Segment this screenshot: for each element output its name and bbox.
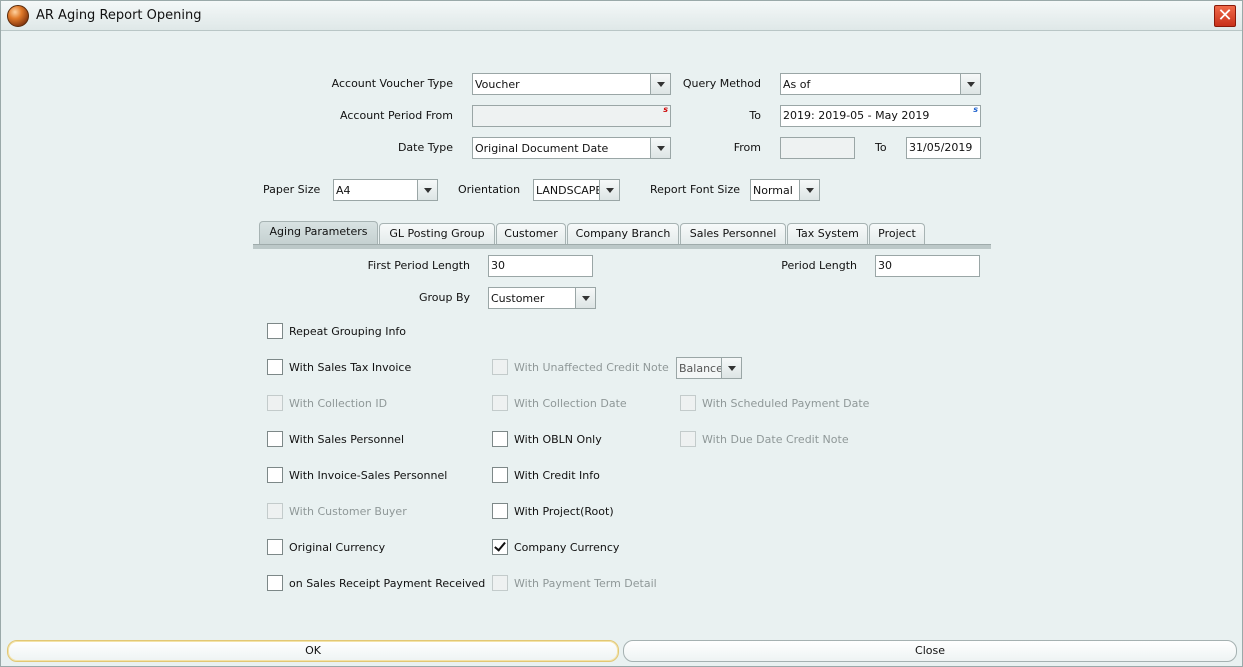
with-project-root-label: With Project(Root)	[514, 505, 614, 518]
tab-customer[interactable]: Customer	[496, 223, 566, 245]
period-length-input[interactable]: 30	[875, 255, 980, 277]
orientation-value: LANDSCAPE	[536, 184, 603, 197]
on-sales-receipt-payment-received-label: on Sales Receipt Payment Received	[289, 577, 486, 590]
chevron-down-icon[interactable]	[650, 138, 670, 158]
with-collection-date-checkbox[interactable]	[492, 395, 508, 411]
tab-company-branch[interactable]: Company Branch	[567, 223, 679, 245]
app-logo-icon	[7, 5, 29, 27]
date-type-select[interactable]: Original Document Date	[472, 137, 671, 159]
group-by-value: Customer	[491, 292, 545, 305]
balance-select[interactable]: Balance	[676, 357, 742, 379]
first-period-length-value: 30	[491, 259, 505, 272]
with-collection-id-checkbox[interactable]	[267, 395, 283, 411]
account-period-to-value: 2019: 2019-05 - May 2019	[783, 109, 930, 122]
with-invoice-sales-personnel-checkbox[interactable]	[267, 467, 283, 483]
with-payment-term-detail-checkbox[interactable]	[492, 575, 508, 591]
chevron-down-icon[interactable]	[575, 288, 595, 308]
with-scheduled-payment-date-checkbox[interactable]	[680, 395, 696, 411]
with-obln-only-checkbox[interactable]	[492, 431, 508, 447]
account-period-to-field[interactable]: 2019: 2019-05 - May 2019 s	[780, 105, 981, 127]
query-method-value: As of	[783, 78, 811, 91]
tab-sales-personnel[interactable]: Sales Personnel	[680, 223, 786, 245]
with-unaffected-credit-note-label: With Unaffected Credit Note	[514, 361, 669, 374]
repeat-grouping-info-label: Repeat Grouping Info	[289, 325, 407, 338]
date-to-label: To	[875, 141, 887, 154]
close-button[interactable]: Close	[623, 640, 1237, 662]
with-unaffected-credit-note-checkbox[interactable]	[492, 359, 508, 375]
tab-project[interactable]: Project	[869, 223, 925, 245]
company-currency-checkbox[interactable]	[492, 539, 508, 555]
account-voucher-type-select[interactable]: Voucher	[472, 73, 671, 95]
paper-size-select[interactable]: A4	[333, 179, 438, 201]
tab-gl-posting-group[interactable]: GL Posting Group	[379, 223, 495, 245]
original-currency-label: Original Currency	[289, 541, 386, 554]
with-due-date-credit-note-label: With Due Date Credit Note	[702, 433, 849, 446]
paper-size-label: Paper Size	[263, 183, 321, 196]
period-length-value: 30	[878, 259, 892, 272]
date-to-field[interactable]: 31/05/2019	[906, 137, 981, 159]
chevron-down-icon[interactable]	[721, 358, 741, 378]
account-period-from-field[interactable]: s	[472, 105, 671, 127]
group-by-label: Group By	[418, 291, 470, 304]
balance-value: Balance	[679, 362, 723, 375]
with-customer-buyer-checkbox[interactable]	[267, 503, 283, 519]
close-window-icon[interactable]: ✕	[1214, 5, 1236, 27]
with-sales-personnel-checkbox[interactable]	[267, 431, 283, 447]
with-sales-tax-invoice-checkbox[interactable]	[267, 359, 283, 375]
account-voucher-type-label: Account Voucher Type	[331, 77, 453, 90]
with-sales-tax-invoice-label: With Sales Tax Invoice	[289, 361, 412, 374]
tab-aging-parameters[interactable]: Aging Parameters	[259, 221, 378, 245]
query-method-label: Query Method	[682, 77, 761, 90]
account-period-from-label: Account Period From	[340, 109, 453, 122]
with-payment-term-detail-label: With Payment Term Detail	[514, 577, 657, 590]
tab-panel-divider	[253, 244, 991, 249]
required-flag-icon: s	[663, 105, 668, 114]
with-customer-buyer-label: With Customer Buyer	[289, 505, 407, 518]
chevron-down-icon[interactable]	[960, 74, 980, 94]
with-credit-info-label: With Credit Info	[514, 469, 600, 482]
date-type-value: Original Document Date	[475, 142, 609, 155]
with-obln-only-label: With OBLN Only	[514, 433, 602, 446]
window-title: AR Aging Report Opening	[36, 8, 202, 23]
company-currency-label: Company Currency	[514, 541, 620, 554]
first-period-length-input[interactable]: 30	[488, 255, 593, 277]
on-sales-receipt-payment-received-checkbox[interactable]	[267, 575, 283, 591]
tab-tax-system[interactable]: Tax System	[787, 223, 868, 245]
group-by-select[interactable]: Customer	[488, 287, 596, 309]
title-bar: AR Aging Report Opening ✕	[1, 1, 1242, 31]
orientation-select[interactable]: LANDSCAPE	[533, 179, 620, 201]
report-font-size-label: Report Font Size	[650, 183, 740, 196]
with-scheduled-payment-date-label: With Scheduled Payment Date	[702, 397, 870, 410]
chevron-down-icon[interactable]	[417, 180, 437, 200]
date-from-label: From	[733, 141, 761, 154]
date-to-value: 31/05/2019	[909, 141, 973, 154]
first-period-length-label: First Period Length	[367, 259, 470, 272]
with-collection-id-label: With Collection ID	[289, 397, 388, 410]
chevron-down-icon[interactable]	[799, 180, 819, 200]
original-currency-checkbox[interactable]	[267, 539, 283, 555]
paper-size-value: A4	[336, 184, 351, 197]
ok-button[interactable]: OK	[7, 640, 619, 662]
account-period-to-label: To	[749, 109, 761, 122]
dialog-window: AR Aging Report Opening ✕ Account Vouche…	[0, 0, 1243, 667]
with-project-root-checkbox[interactable]	[492, 503, 508, 519]
chevron-down-icon[interactable]	[599, 180, 619, 200]
with-invoice-sales-personnel-label: With Invoice-Sales Personnel	[289, 469, 448, 482]
with-due-date-credit-note-checkbox[interactable]	[680, 431, 696, 447]
checkmark-icon	[494, 539, 506, 552]
orientation-label: Orientation	[458, 183, 521, 196]
account-voucher-type-value: Voucher	[475, 78, 520, 91]
period-length-label: Period Length	[781, 259, 857, 272]
with-sales-personnel-label: With Sales Personnel	[289, 433, 405, 446]
date-type-label: Date Type	[397, 141, 453, 154]
report-font-size-value: Normal	[753, 184, 793, 197]
report-font-size-select[interactable]: Normal	[750, 179, 820, 201]
chevron-down-icon[interactable]	[650, 74, 670, 94]
search-flag-icon: s	[973, 105, 978, 114]
repeat-grouping-info-checkbox[interactable]	[267, 323, 283, 339]
with-collection-date-label: With Collection Date	[514, 397, 627, 410]
with-credit-info-checkbox[interactable]	[492, 467, 508, 483]
date-from-field[interactable]	[780, 137, 855, 159]
query-method-select[interactable]: As of	[780, 73, 981, 95]
